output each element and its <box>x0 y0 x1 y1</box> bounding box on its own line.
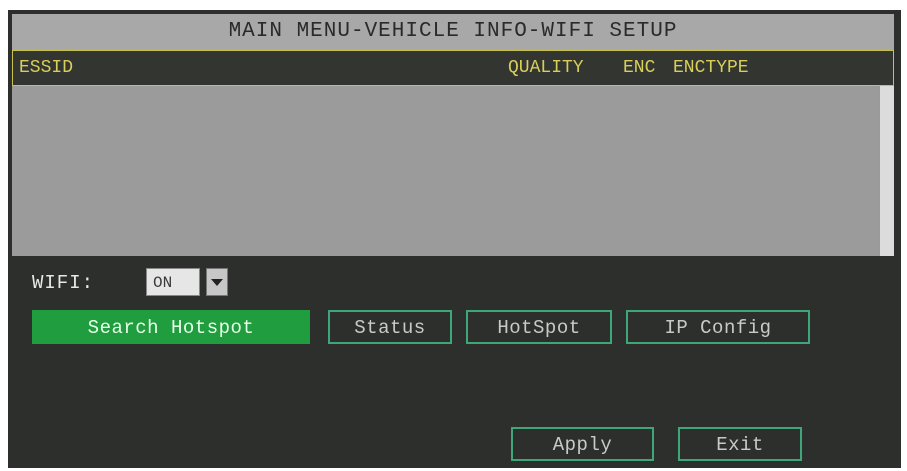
hotspot-list: ESSID QUALITY ENC ENCTYPE <box>12 50 894 256</box>
column-header-enctype: ENCTYPE <box>673 58 749 78</box>
page-title: MAIN MENU-VEHICLE INFO-WIFI SETUP <box>12 14 894 50</box>
search-hotspot-button[interactable]: Search Hotspot <box>32 310 310 344</box>
hotspot-list-body[interactable] <box>12 86 878 256</box>
column-header-enc: ENC <box>623 58 656 78</box>
wifi-label: WIFI: <box>32 272 95 294</box>
wifi-dropdown[interactable]: ON <box>146 268 230 298</box>
column-header-essid: ESSID <box>19 58 74 78</box>
ip-config-button[interactable]: IP Config <box>626 310 810 344</box>
hotspot-list-header: ESSID QUALITY ENC ENCTYPE <box>12 50 894 86</box>
apply-button[interactable]: Apply <box>511 427 654 461</box>
exit-button[interactable]: Exit <box>678 427 802 461</box>
hotspot-list-scrollbar[interactable] <box>880 86 894 256</box>
chevron-down-icon[interactable] <box>206 268 228 296</box>
status-button[interactable]: Status <box>328 310 452 344</box>
hotspot-button[interactable]: HotSpot <box>466 310 612 344</box>
column-header-quality: QUALITY <box>508 58 584 78</box>
wifi-setup-screen: MAIN MENU-VEHICLE INFO-WIFI SETUP ESSID … <box>8 10 901 468</box>
wifi-selected-value[interactable]: ON <box>146 268 200 296</box>
